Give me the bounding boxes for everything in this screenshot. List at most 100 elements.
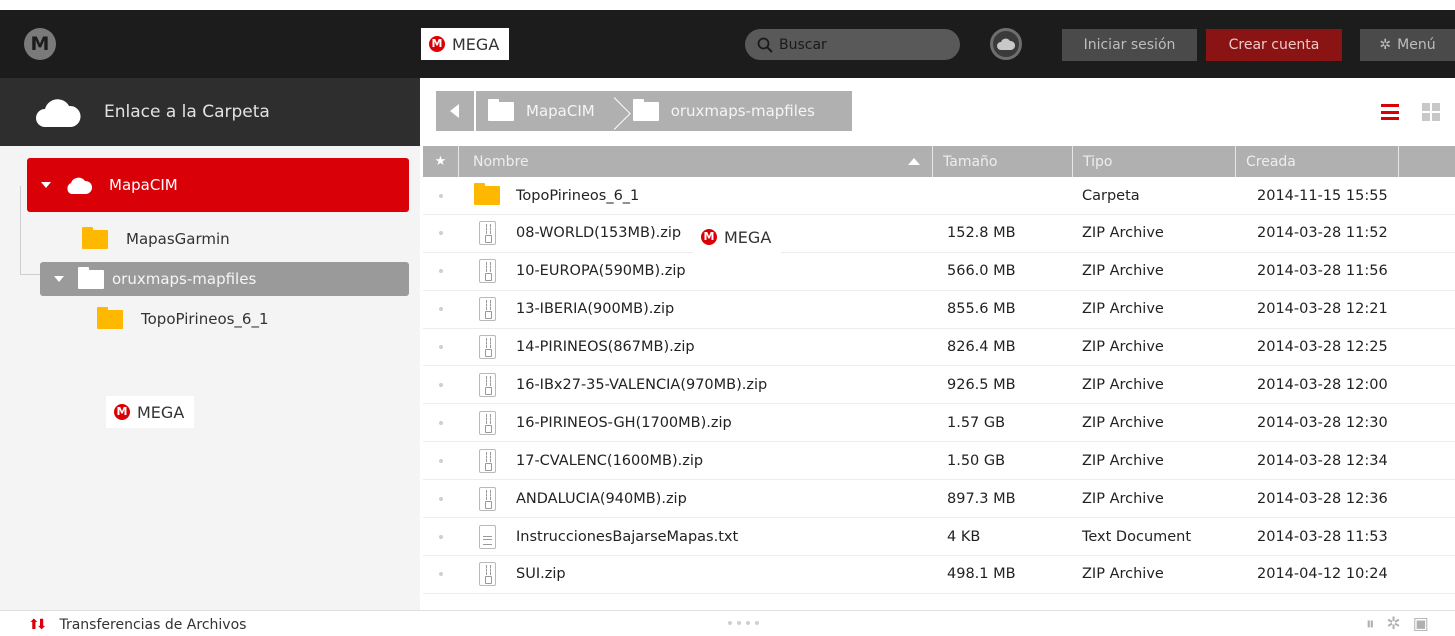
mega-logo-icon[interactable]: M (24, 28, 56, 60)
tree-connector (20, 186, 21, 274)
back-button[interactable] (436, 91, 474, 131)
file-name[interactable]: 14-PIRINEOS(867MB).zip (516, 329, 695, 366)
table-row[interactable]: TopoPirineos_6_1 Carpeta 2014-11-15 15:55 (423, 177, 1455, 215)
table-row[interactable]: 16-IBx27-35-VALENCIA(970MB).zip 926.5 MB Z… (423, 366, 1455, 405)
file-name[interactable]: 10-EUROPA(590MB).zip (516, 253, 686, 290)
file-name[interactable]: 17-CVALENC(1600MB).zip (516, 442, 703, 479)
file-type-cell (474, 366, 500, 403)
gear-icon: ✲ (1379, 37, 1392, 53)
table-row[interactable]: InstruccionesBajarseMapas.txt 4 KB Text Do… (423, 518, 1455, 556)
tree-item-topopirineos[interactable]: TopoPirineos_6_1 (97, 306, 269, 332)
expand-arrow-icon[interactable] (41, 182, 51, 188)
folder-icon (474, 183, 500, 205)
expand-arrow-icon[interactable] (54, 276, 64, 282)
resize-handle[interactable] (728, 621, 759, 625)
zip-file-icon (478, 448, 496, 473)
favorite-column-header[interactable]: ★ (423, 146, 459, 177)
zip-file-icon (478, 259, 496, 284)
file-type-cell (474, 556, 500, 593)
brand-badge: M MEGA (421, 28, 510, 60)
favorite-toggle[interactable] (436, 329, 446, 366)
file-size: 566.0 MB (947, 263, 1016, 280)
breadcrumb-label: MapaCIM (526, 102, 595, 120)
file-name[interactable]: TopoPirineos_6_1 (516, 177, 639, 214)
favorite-toggle[interactable] (436, 442, 446, 479)
file-type-cell (474, 480, 500, 517)
mega-watermark-label: MEGA (724, 227, 772, 247)
favorite-toggle[interactable] (436, 366, 446, 403)
column-header-name[interactable]: Nombre (459, 146, 933, 177)
file-name[interactable]: 16-PIRINEOS-GH(1700MB).zip (516, 404, 732, 441)
login-button[interactable]: Iniciar sesión (1062, 29, 1197, 61)
favorite-toggle[interactable] (436, 518, 446, 555)
table-row[interactable]: 17-CVALENC(1600MB).zip 1.50 GB ZIP Archive… (423, 442, 1455, 481)
favorite-toggle[interactable] (436, 480, 446, 517)
tree-item-mapasgarmin[interactable]: MapasGarmin (82, 226, 230, 252)
file-type: ZIP Archive (1082, 225, 1164, 242)
tree-item-oruxmaps-mapfiles[interactable]: oruxmaps-mapfiles (40, 262, 409, 296)
column-header-size[interactable]: Tamaño (933, 146, 1073, 177)
column-header-type[interactable]: Tipo (1073, 146, 1236, 177)
favorite-toggle[interactable] (436, 291, 446, 328)
transfer-arrows-icon: ⬆⬇ (28, 617, 48, 633)
file-created: 2014-04-12 10:24 (1257, 566, 1388, 583)
search-input[interactable] (779, 36, 949, 53)
file-name[interactable]: 13-IBERIA(900MB).zip (516, 291, 674, 328)
sidebar-header: Enlace a la Carpeta (0, 78, 420, 146)
mega-mark-icon: M (114, 404, 130, 420)
file-name[interactable]: 16-IBx27-35-VALENCIA(970MB).zip (516, 366, 767, 403)
column-header-label: Nombre (473, 153, 529, 170)
table-row[interactable]: 13-IBERIA(900MB).zip 855.6 MB ZIP Archive 2… (423, 291, 1455, 329)
favorite-toggle[interactable] (436, 404, 446, 441)
favorite-toggle[interactable] (436, 177, 446, 214)
text-file-icon (478, 524, 496, 549)
table-row[interactable]: SUI.zip 498.1 MB ZIP Archive 2014-04-12 10:… (423, 556, 1455, 594)
mega-watermark-label: MEGA (137, 402, 185, 422)
favorite-toggle[interactable] (436, 556, 446, 593)
file-type: ZIP Archive (1082, 339, 1164, 356)
file-name[interactable]: ANDALUCIA(940MB).zip (516, 480, 687, 517)
tree-connector (20, 274, 42, 275)
tree-item-mapacim[interactable]: MapaCIM (27, 158, 409, 212)
folder-icon (488, 98, 514, 121)
file-size: 498.1 MB (947, 566, 1016, 583)
file-type: Carpeta (1082, 187, 1140, 204)
table-row[interactable]: 10-EUROPA(590MB).zip 566.0 MB ZIP Archive 2… (423, 253, 1455, 291)
mega-watermark: M MEGA (106, 396, 195, 428)
search-box[interactable] (745, 29, 960, 60)
column-header-created[interactable]: Creada (1236, 146, 1399, 177)
breadcrumb-item[interactable]: oruxmaps-mapfiles (621, 91, 827, 131)
table-row[interactable]: ANDALUCIA(940MB).zip 897.3 MB ZIP Archive 2… (423, 480, 1455, 519)
create-account-button[interactable]: Crear cuenta (1206, 29, 1342, 61)
sort-ascending-icon (908, 158, 920, 165)
column-header-label: Creada (1246, 153, 1296, 170)
file-name[interactable]: SUI.zip (516, 556, 566, 593)
cloud-drive-button[interactable] (990, 28, 1022, 60)
breadcrumb-item[interactable]: MapaCIM (476, 91, 607, 131)
list-view-icon[interactable] (1381, 104, 1399, 120)
back-arrow-icon (450, 104, 459, 118)
transfers-button[interactable]: ⬆⬇ Transferencias de Archivos (28, 617, 246, 633)
zip-file-icon (478, 221, 496, 246)
settings-icon[interactable]: ✲ (1387, 614, 1401, 634)
table-row[interactable]: 14-PIRINEOS(867MB).zip 826.4 MB ZIP Archiv… (423, 329, 1455, 367)
table-row[interactable]: 16-PIRINEOS-GH(1700MB).zip 1.57 GB ZIP Arc… (423, 404, 1455, 443)
mega-mark-icon: M (701, 229, 717, 245)
expand-icon[interactable]: ▣ (1413, 614, 1429, 634)
brand-badge-label: MEGA (452, 34, 500, 54)
favorite-toggle[interactable] (436, 215, 446, 252)
folder-icon (82, 226, 108, 249)
table-row[interactable]: 08-WORLD(153MB).zip 152.8 MB ZIP Archive 20… (423, 215, 1455, 253)
file-name[interactable]: 08-WORLD(153MB).zip (516, 215, 681, 252)
file-size: 926.5 MB (947, 376, 1016, 393)
pause-icon[interactable]: ⏸ (1366, 614, 1375, 634)
grid-view-icon[interactable] (1422, 103, 1440, 121)
favorite-toggle[interactable] (436, 253, 446, 290)
file-size: 4 KB (947, 528, 981, 545)
transfers-label: Transferencias de Archivos (59, 617, 247, 633)
menu-button[interactable]: ✲ Menú (1360, 29, 1455, 61)
file-name[interactable]: InstruccionesBajarseMapas.txt (516, 518, 738, 555)
top-bar: M M MEGA Iniciar sesión Crear cuenta ✲ M… (0, 10, 1455, 78)
breadcrumb: MapaCIM oruxmaps-mapfiles (476, 91, 852, 131)
file-type: ZIP Archive (1082, 452, 1164, 469)
